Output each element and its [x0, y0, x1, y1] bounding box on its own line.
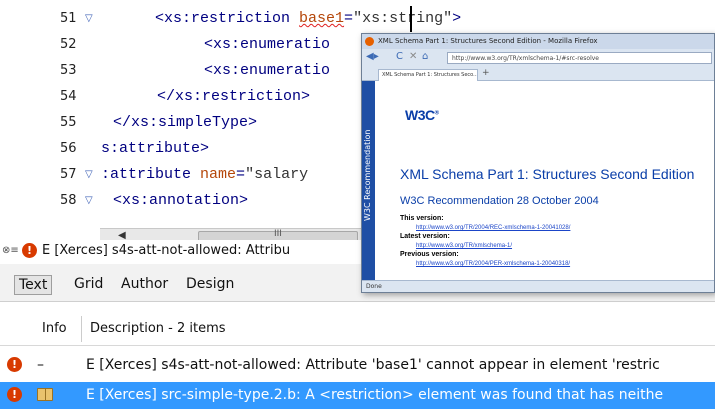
stop-icon[interactable]: ✕: [409, 51, 417, 62]
firefox-window[interactable]: XML Schema Part 1: Structures Second Edi…: [361, 33, 715, 293]
line-number: 55: [60, 115, 77, 130]
new-tab-icon[interactable]: +: [482, 68, 490, 78]
navigation-toolbar: ◀▸ C ✕ ⌂ http://www.w3.org/TR/xmlschema-…: [362, 49, 714, 67]
problems-icon: ⊗≡: [2, 245, 19, 256]
url-bar[interactable]: http://www.w3.org/TR/xmlschema-1/#src-re…: [447, 52, 712, 64]
fold-toggle-icon[interactable]: ▽: [85, 195, 93, 207]
code-text: </xs:restriction>: [157, 88, 311, 105]
grip-icon: III: [274, 229, 282, 239]
line-number: 56: [60, 141, 77, 156]
previous-version-label: Previous version:: [400, 251, 459, 258]
problem-row[interactable]: ! – E [Xerces] s4s-att-not-allowed: Attr…: [0, 352, 715, 379]
code-text: <xs:enumeratio: [204, 36, 331, 53]
column-header-info[interactable]: Info: [42, 321, 67, 336]
w3c-logo[interactable]: W3C®: [405, 107, 439, 123]
line-number: 52: [60, 37, 77, 52]
error-summary-bar[interactable]: ⊗≡ ! E [Xerces] s4s-att-not-allowed: Att…: [0, 240, 365, 262]
firefox-icon: [365, 37, 374, 46]
latest-version-link[interactable]: http://www.w3.org/TR/xmlschema-1/: [416, 243, 512, 249]
book-icon[interactable]: [37, 382, 53, 409]
code-text: <xs:annotation>: [113, 192, 249, 209]
page-content: W3C® XML Schema Part 1: Structures Secon…: [375, 81, 714, 280]
error-icon: !: [7, 387, 22, 402]
tab-grid[interactable]: Grid: [70, 275, 107, 293]
this-version-label: This version:: [400, 215, 444, 222]
latest-version-label: Latest version:: [400, 233, 450, 240]
code-text: </xs:simpleType>: [113, 114, 258, 131]
code-text: <xs:enumeratio: [204, 62, 331, 79]
browser-tab[interactable]: XML Schema Part 1: Structures Seco...: [378, 69, 478, 81]
line-number: 53: [60, 63, 77, 78]
code-line[interactable]: 51 ▽ <xs:restriction base1="xs:string">: [0, 6, 715, 32]
line-number: 54: [60, 89, 77, 104]
problem-description: E [Xerces] s4s-att-not-allowed: Attribut…: [86, 357, 660, 373]
sidebar-label: W3C Recommendation: [363, 129, 372, 221]
fold-toggle-icon[interactable]: ▽: [85, 13, 93, 25]
tab-design[interactable]: Design: [182, 275, 238, 293]
window-titlebar[interactable]: XML Schema Part 1: Structures Second Edi…: [362, 34, 714, 49]
column-header-description[interactable]: Description - 2 items: [90, 321, 226, 336]
text-caret: [410, 6, 412, 32]
window-title: XML Schema Part 1: Structures Second Edi…: [378, 37, 598, 45]
code-text: s:attribute>: [101, 140, 210, 157]
home-icon[interactable]: ⌂: [422, 51, 428, 62]
error-icon: !: [22, 243, 37, 258]
problems-header: Info Description - 2 items: [0, 312, 715, 346]
problem-description: E [Xerces] src-simple-type.2.b: A <restr…: [86, 387, 664, 403]
problem-info: –: [37, 357, 44, 373]
code-text: :attribute name="salary: [101, 166, 309, 183]
error-message: E [Xerces] s4s-att-not-allowed: Attribu: [42, 243, 291, 258]
reload-icon[interactable]: C: [396, 51, 403, 62]
code-text: <xs:restriction base1="xs:string">: [155, 10, 462, 27]
fold-toggle-icon[interactable]: ▽: [85, 169, 93, 181]
w3c-recommendation-sidebar: W3C Recommendation: [362, 81, 375, 280]
column-divider: [81, 316, 82, 342]
error-icon: !: [7, 357, 22, 372]
tab-text[interactable]: Text: [14, 275, 53, 295]
page-title: XML Schema Part 1: Structures Second Edi…: [400, 166, 695, 182]
browser-tab-strip: XML Schema Part 1: Structures Seco... +: [362, 67, 714, 81]
status-bar: Done: [362, 280, 714, 292]
previous-version-link[interactable]: http://www.w3.org/TR/2004/PER-xmlschema-…: [416, 261, 570, 267]
problems-panel: Info Description - 2 items ! – E [Xerces…: [0, 312, 715, 413]
problem-row-selected[interactable]: ! E [Xerces] src-simple-type.2.b: A <res…: [0, 382, 715, 409]
back-icon[interactable]: ◀▸: [366, 51, 379, 62]
tab-author[interactable]: Author: [117, 275, 172, 293]
page-subtitle: W3C Recommendation 28 October 2004: [400, 195, 599, 207]
this-version-link[interactable]: http://www.w3.org/TR/2004/REC-xmlschema-…: [416, 225, 570, 231]
